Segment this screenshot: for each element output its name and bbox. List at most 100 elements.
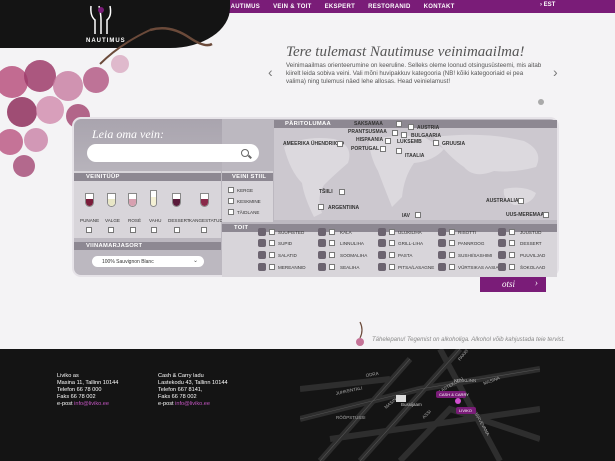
- food-checkbox-mereannid[interactable]: [269, 264, 275, 270]
- location-pin-icon[interactable]: [455, 398, 461, 404]
- country-label-gruusia: GRUUSIA: [442, 141, 466, 147]
- style-checkbox-keskmine[interactable]: [228, 198, 234, 204]
- slider-dot[interactable]: [538, 99, 544, 105]
- country-label-argentiina: ARGENTIINA: [328, 205, 360, 211]
- dessert-wine-glass-icon[interactable]: [172, 193, 181, 207]
- wine-type-label-kangestatud: KANGESTATUD: [189, 218, 223, 223]
- country-checkbox-hispaania[interactable]: [385, 138, 391, 144]
- food-checkbox-sokolaad[interactable]: [509, 264, 515, 270]
- country-checkbox-prantsusmaa[interactable]: [392, 130, 398, 136]
- food-checkbox-linnuliha[interactable]: [329, 240, 335, 246]
- hero-prev-arrow[interactable]: ‹: [268, 64, 273, 80]
- food-checkbox-pitsa[interactable]: [389, 264, 395, 270]
- nav-item-nautimus[interactable]: NAUTIMUS: [226, 4, 260, 10]
- street-map[interactable]: LASTEKODU ODRA KESKLINN JÄRVEVANA MASINA…: [300, 349, 540, 461]
- food-label-pannroog: PANNROOG: [458, 241, 485, 246]
- country-checkbox-austria[interactable]: [408, 124, 414, 130]
- food-checkbox-risotti[interactable]: [449, 229, 455, 235]
- wine-type-checkbox-punane[interactable]: [86, 227, 92, 233]
- wine-type-checkbox-dessert[interactable]: [174, 227, 180, 233]
- food-label: TOIT: [234, 225, 249, 231]
- country-checkbox-austraalia[interactable]: [518, 198, 524, 204]
- country-checkbox-argentiina[interactable]: [318, 204, 324, 210]
- food-label-pasta: PASTA: [398, 253, 413, 258]
- food-checkbox-soomaliha[interactable]: [329, 252, 335, 258]
- nav-item-kontakt[interactable]: KONTAKT: [424, 4, 455, 10]
- country-checkbox-saksamaa[interactable]: [396, 121, 402, 127]
- food-label-risotti: RISOTTI: [458, 230, 477, 235]
- language-switch[interactable]: › EST: [540, 2, 555, 8]
- wine-type-checkbox-kangestatud[interactable]: [201, 227, 207, 233]
- food-checkbox-grill-liha[interactable]: [389, 240, 395, 246]
- food-checkbox-kala[interactable]: [329, 229, 335, 235]
- chocolate-icon: [498, 263, 506, 271]
- wine-type-section: [74, 171, 221, 238]
- grape-select[interactable]: 100% Sauvignon Blanc ⌄: [92, 256, 204, 267]
- nav-item-vein-toit[interactable]: VEIN & TOIT: [273, 4, 312, 10]
- beef-icon: [318, 251, 326, 259]
- search-icon[interactable]: [241, 149, 249, 157]
- sparkling-wine-glass-icon[interactable]: [150, 190, 157, 207]
- footer-address: Lastekodu 43, Tallinn 10144: [158, 380, 228, 386]
- footer-email-link[interactable]: info@liviko.ee: [74, 401, 109, 407]
- wine-type-checkbox-valge[interactable]: [108, 227, 114, 233]
- food-checkbox-dessert[interactable]: [509, 240, 515, 246]
- seafood-icon: [258, 263, 266, 271]
- country-checkbox-portugal[interactable]: [380, 146, 386, 152]
- map-street-odra: ODRA: [365, 371, 379, 378]
- food-checkbox-puuviljad[interactable]: [509, 252, 515, 258]
- appetizer-icon: [258, 228, 266, 236]
- food-label-kala: KALA: [340, 230, 352, 235]
- country-checkbox-uus-meremaa[interactable]: [543, 212, 549, 218]
- food-checkbox-juustud[interactable]: [509, 229, 515, 235]
- map-label-bussijaam: Bussijaam: [401, 402, 422, 407]
- food-checkbox-salatid[interactable]: [269, 252, 275, 258]
- fruit-icon: [498, 251, 506, 259]
- country-checkbox-iav[interactable]: [415, 212, 421, 218]
- nav-item-restoranid[interactable]: RESTORANID: [368, 4, 411, 10]
- pork-icon: [318, 263, 326, 271]
- food-label-pitsa: PITSA/LASAGNE: [398, 265, 435, 270]
- food-checkbox-sealiha[interactable]: [329, 264, 335, 270]
- food-checkbox-pannroog[interactable]: [449, 240, 455, 246]
- wine-type-checkbox-vahu[interactable]: [151, 227, 157, 233]
- footer-email-link[interactable]: info@liviko.ee: [175, 401, 210, 407]
- country-label-portugal: PORTUGAL: [351, 146, 380, 152]
- food-checkbox-sushi[interactable]: [449, 252, 455, 258]
- footer-contact-cash-carry: Cash & Carry ladu Lastekodu 43, Tallinn …: [158, 373, 228, 408]
- style-checkbox-taidlane[interactable]: [228, 209, 234, 215]
- search-input[interactable]: [87, 144, 259, 162]
- grape-select-value: 100% Sauvignon Blanc: [102, 259, 154, 265]
- food-label-juustud: JUUSTUD: [520, 230, 542, 235]
- country-label-usa: AMEERIKA ÜHENDRIIGID: [283, 141, 344, 147]
- country-checkbox-gruusia[interactable]: [433, 140, 439, 146]
- country-checkbox-usa[interactable]: [337, 141, 343, 147]
- country-checkbox-itaalia[interactable]: [396, 148, 402, 154]
- alcohol-disclaimer: Tähelepanu! Tegemist on alkoholiga. Alko…: [372, 337, 566, 343]
- country-checkbox-bulgaaria[interactable]: [401, 132, 407, 138]
- food-label-sushi: SUSHI/SASHIMI: [458, 253, 493, 258]
- wine-type-checkbox-rose[interactable]: [130, 227, 136, 233]
- pasta-icon: [378, 251, 386, 259]
- map-street-assi: ASSI: [421, 409, 432, 420]
- country-label-saksamaa: SAKSAMAA: [354, 121, 383, 127]
- food-checkbox-aasia[interactable]: [449, 264, 455, 270]
- hero-next-arrow[interactable]: ›: [553, 64, 558, 80]
- footer-store-name: Liviko as: [57, 373, 79, 379]
- food-checkbox-ulukiliha[interactable]: [389, 229, 395, 235]
- food-checkbox-supid[interactable]: [269, 240, 275, 246]
- wine-type-label-punane: PUNANE: [80, 218, 100, 223]
- white-wine-glass-icon[interactable]: [107, 193, 116, 207]
- wine-type-label: VEINITÜÜP: [86, 174, 120, 180]
- food-checkbox-pasta[interactable]: [389, 252, 395, 258]
- rose-wine-glass-icon[interactable]: [128, 193, 137, 207]
- footer-phone: Telefon 667 8141,: [158, 387, 203, 393]
- red-wine-glass-icon[interactable]: [85, 193, 94, 207]
- nav-item-ekspert[interactable]: EKSPERT: [325, 4, 355, 10]
- food-checkbox-suupisted[interactable]: [269, 229, 275, 235]
- search-button[interactable]: otsi ›: [480, 277, 546, 292]
- fortified-wine-glass-icon[interactable]: [200, 193, 209, 207]
- country-label-luksemb: LUKSEMB: [397, 139, 422, 145]
- country-checkbox-tsiili[interactable]: [339, 189, 345, 195]
- style-checkbox-kerge[interactable]: [228, 187, 234, 193]
